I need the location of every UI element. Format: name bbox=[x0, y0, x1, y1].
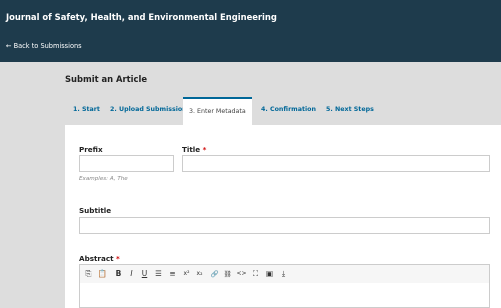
tab-enter-metadata[interactable]: 3. Enter Metadata bbox=[183, 97, 252, 125]
bold-icon[interactable]: B bbox=[113, 268, 124, 280]
prefix-label: Prefix bbox=[79, 145, 103, 154]
abstract-label: Abstract * bbox=[79, 254, 120, 263]
tab-upload-submission[interactable]: 2. Upload Submission bbox=[110, 106, 187, 113]
unlink-icon[interactable]: ⛓ bbox=[222, 268, 233, 280]
title-label-text: Title bbox=[182, 145, 201, 154]
paste-icon[interactable]: 📋 bbox=[97, 268, 108, 280]
tab-start[interactable]: 1. Start bbox=[73, 106, 100, 113]
subtitle-label: Subtitle bbox=[79, 206, 112, 215]
top-header-bar: Journal of Safety, Health, and Environme… bbox=[0, 0, 501, 62]
copy-icon[interactable]: ⎘ bbox=[83, 268, 94, 280]
abstract-editor[interactable] bbox=[79, 283, 490, 308]
code-icon[interactable]: <> bbox=[236, 268, 247, 280]
prefix-hint: Examples: A, The bbox=[79, 176, 128, 182]
upload-icon[interactable]: ⤓ bbox=[278, 268, 289, 280]
page-title: Submit an Article bbox=[65, 74, 148, 84]
title-input[interactable] bbox=[182, 155, 490, 172]
superscript-icon[interactable]: x² bbox=[181, 268, 192, 280]
title-required-mark: * bbox=[202, 145, 207, 154]
link-icon[interactable]: 🔗 bbox=[209, 268, 220, 280]
numbered-list-icon[interactable]: ≡ bbox=[167, 268, 178, 280]
abstract-required-mark: * bbox=[116, 254, 120, 263]
abstract-editor-toolbar: ⎘ 📋 B I U ☰ ≡ x² x₂ 🔗 ⛓ <> ⛶ ▣ ⤓ bbox=[79, 264, 490, 284]
abstract-label-text: Abstract bbox=[79, 254, 114, 263]
tab-next-steps[interactable]: 5. Next Steps bbox=[326, 106, 374, 113]
tab-confirmation[interactable]: 4. Confirmation bbox=[261, 106, 316, 113]
metadata-form-panel: Prefix Title * Examples: A, The Subtitle… bbox=[65, 125, 501, 308]
journal-title[interactable]: Journal of Safety, Health, and Environme… bbox=[6, 12, 277, 22]
subscript-icon[interactable]: x₂ bbox=[194, 268, 205, 280]
wizard-tabs: 1. Start 2. Upload Submission 3. Enter M… bbox=[65, 97, 501, 125]
image-icon[interactable]: ▣ bbox=[264, 268, 275, 280]
title-label: Title * bbox=[182, 145, 206, 154]
underline-icon[interactable]: U bbox=[139, 268, 150, 280]
bullet-list-icon[interactable]: ☰ bbox=[153, 268, 164, 280]
fullscreen-icon[interactable]: ⛶ bbox=[250, 268, 261, 280]
back-to-submissions-link[interactable]: ← Back to Submissions bbox=[6, 42, 82, 50]
italic-icon[interactable]: I bbox=[126, 268, 137, 280]
subtitle-input[interactable] bbox=[79, 217, 490, 234]
prefix-input[interactable] bbox=[79, 155, 174, 172]
